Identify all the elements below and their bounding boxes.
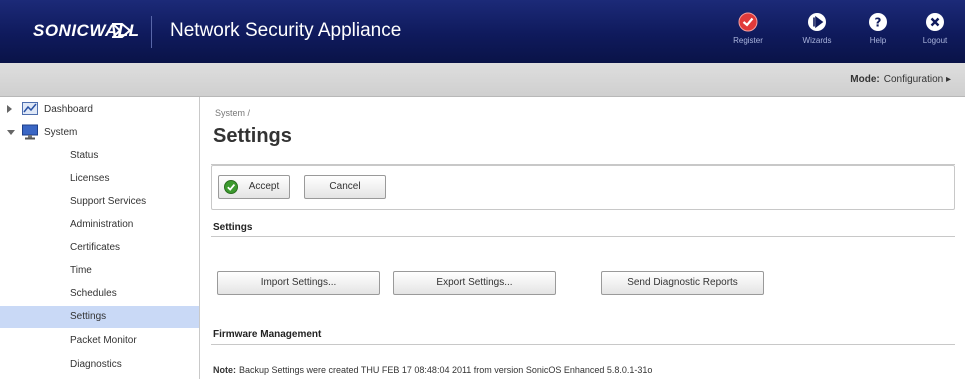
note-text: Backup Settings were created THU FEB 17 … [239,365,653,375]
sidebar-item-settings[interactable]: Settings [0,306,199,328]
firmware-section-divider [211,344,955,345]
sidebar-item-support-services[interactable]: Support Services [0,191,199,213]
sidebar-item-dashboard[interactable]: Dashboard [0,99,199,121]
sidebar-item-status[interactable]: Status [0,145,199,167]
expand-caret-icon[interactable] [7,105,12,113]
breadcrumb[interactable]: System / [215,108,250,118]
page-title: Settings [213,125,292,147]
help-icon: ? [869,13,887,31]
firmware-section-title: Firmware Management [213,329,322,340]
register-label: Register [733,36,763,45]
sidebar-item-label: Dashboard [44,104,93,115]
collapse-caret-icon[interactable] [7,130,15,135]
send-diagnostic-reports-label: Send Diagnostic Reports [627,277,738,288]
wizards-icon [808,13,826,31]
sidebar-item-time[interactable]: Time [0,260,199,282]
note-label: Note: [213,365,236,375]
logout-icon [926,13,944,31]
sidebar-item-licenses[interactable]: Licenses [0,168,199,190]
sidebar-item-label: Support Services [70,196,147,207]
send-diagnostic-reports-button[interactable]: Send Diagnostic Reports [601,271,764,295]
sidebar-item-schedules[interactable]: Schedules [0,283,199,305]
help-label: Help [869,36,887,45]
mode-value: Configuration ▸ [883,74,951,85]
sidebar-item-label: Schedules [70,288,117,299]
logo-arrow-icon [112,23,132,38]
wizards-label: Wizards [802,36,832,45]
export-settings-label: Export Settings... [436,277,513,288]
sidebar-item-label: Status [70,150,99,161]
action-toolbar: Accept Cancel [211,165,955,210]
register-icon [738,12,758,32]
sidebar-nav: Dashboard System Status Licenses Support… [0,97,200,379]
wizards-button[interactable]: Wizards [795,12,839,56]
svg-text:?: ? [875,16,882,30]
mode-label: Mode: [850,74,880,85]
system-monitor-icon [22,124,38,140]
sidebar-item-label: Packet Monitor [70,335,137,346]
register-button[interactable]: Register [726,12,770,56]
sidebar-item-label: Time [70,265,92,276]
import-settings-button[interactable]: Import Settings... [217,271,380,295]
sidebar-item-label: Certificates [70,242,121,253]
accept-button[interactable]: Accept [218,175,290,199]
header-divider [151,16,152,48]
backup-note: Note: Backup Settings were created THU FE… [213,365,652,375]
cancel-label: Cancel [329,181,361,192]
dashboard-icon [22,102,38,115]
sidebar-item-label: System [44,127,78,138]
accept-check-icon [224,180,238,194]
export-settings-button[interactable]: Export Settings... [393,271,556,295]
sidebar-item-certificates[interactable]: Certificates [0,237,199,259]
sidebar-item-label: Licenses [70,173,110,184]
accept-label: Accept [248,181,280,192]
sidebar-item-packet-monitor[interactable]: Packet Monitor [0,330,199,352]
sidebar-item-label: Administration [70,219,134,230]
import-settings-label: Import Settings... [260,277,337,288]
app-title: Network Security Appliance [170,20,402,41]
sidebar-item-label: Settings [70,311,107,322]
sidebar-item-administration[interactable]: Administration [0,214,199,236]
settings-section-divider [211,236,955,237]
logout-button[interactable]: Logout [913,12,957,56]
logout-label: Logout [922,36,948,45]
mode-selector[interactable]: Mode: Configuration ▸ [850,74,951,85]
sidebar-item-label: Diagnostics [70,359,122,370]
settings-section-title: Settings [213,222,253,233]
cancel-button[interactable]: Cancel [304,175,386,199]
help-button[interactable]: ? Help [856,12,900,56]
main-content: System / Settings Accept Cancel Settings… [201,97,965,379]
mode-bar: Mode: Configuration ▸ [0,63,965,97]
sidebar-item-system[interactable]: System [0,122,199,144]
sidebar-item-diagnostics[interactable]: Diagnostics [0,354,199,376]
top-header: SONICWALL Network Security Appliance Reg… [0,0,965,63]
